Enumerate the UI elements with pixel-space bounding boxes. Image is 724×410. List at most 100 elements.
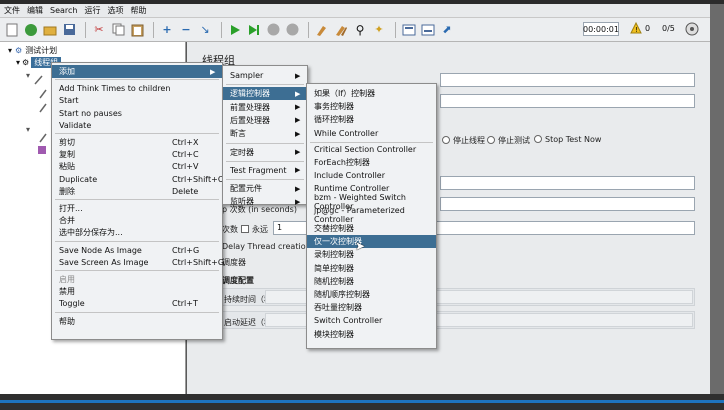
start-icon[interactable] bbox=[227, 22, 243, 38]
context-menu-item-5[interactable]: Validate bbox=[52, 119, 222, 132]
logic-controller-item-5[interactable]: Critical Section Controller bbox=[307, 143, 436, 156]
stop-icon[interactable] bbox=[265, 22, 281, 38]
add-submenu-item-4[interactable]: 后置处理器 ▶ bbox=[223, 114, 307, 127]
add-submenu-item-3[interactable]: 前置处理器 ▶ bbox=[223, 101, 307, 114]
context-menu-item-4[interactable]: Start no pauses bbox=[52, 107, 222, 120]
submenu-arrow-icon: ▶ bbox=[295, 148, 301, 156]
menu-item-label: 后置处理器 bbox=[230, 115, 270, 125]
context-menu-item-17[interactable]: Save Node As Image Ctrl+G bbox=[52, 244, 222, 257]
thread-count-field[interactable] bbox=[440, 176, 695, 190]
menu-item-label: 配置元件 bbox=[230, 184, 262, 194]
context-menu-item-8[interactable]: 复制 Ctrl+C bbox=[52, 148, 222, 161]
ramp-up-field[interactable] bbox=[440, 197, 695, 211]
scheduler-checkbox[interactable]: 调度器 bbox=[222, 257, 246, 268]
context-menu-item-21[interactable]: 禁用 bbox=[52, 285, 222, 298]
menu-item-label: While Controller bbox=[314, 128, 379, 138]
submenu-arrow-icon: ▶ bbox=[295, 166, 301, 175]
context-menu-item-9[interactable]: 粘贴 Ctrl+V bbox=[52, 160, 222, 173]
logic-controller-item-6[interactable]: ForEach控制器 bbox=[307, 156, 436, 169]
logic-controller-item-19[interactable]: 模块控制器 bbox=[307, 328, 436, 341]
name-field[interactable] bbox=[440, 73, 695, 87]
logic-controller-item-16[interactable]: 随机顺序控制器 bbox=[307, 288, 436, 301]
menu-edit[interactable]: 编辑 bbox=[27, 5, 43, 16]
menu-run[interactable]: 运行 bbox=[84, 5, 100, 16]
expand-icon[interactable]: + bbox=[159, 22, 175, 38]
menu-file[interactable]: 文件 bbox=[4, 5, 20, 16]
toggle-icon[interactable]: ▾ bbox=[8, 46, 12, 55]
add-submenu-item-11[interactable]: 配置元件 ▶ bbox=[223, 182, 307, 195]
save-icon[interactable] bbox=[61, 22, 77, 38]
add-submenu-item-7[interactable]: 定时器 ▶ bbox=[223, 146, 307, 159]
reset-search-icon[interactable]: ✦ bbox=[371, 22, 387, 38]
templates-icon[interactable] bbox=[23, 22, 39, 38]
context-menu-item-2[interactable]: Add Think Times to children bbox=[52, 82, 222, 95]
logic-controller-item-13[interactable]: 录制控制器 bbox=[307, 248, 436, 261]
function-helper-icon[interactable] bbox=[401, 22, 417, 38]
toggle-icon[interactable]: ↘ bbox=[197, 22, 213, 38]
logic-controller-item-18[interactable]: Switch Controller bbox=[307, 314, 436, 327]
context-menu-item-13[interactable]: 打开... bbox=[52, 202, 222, 215]
context-menu-item-14[interactable]: 合并 bbox=[52, 214, 222, 227]
submenu-arrow-icon: ▶ bbox=[295, 71, 301, 80]
open-icon[interactable] bbox=[42, 22, 58, 38]
logic-controller-item-10[interactable]: jp@gc - Parameterized Controller bbox=[307, 206, 436, 224]
logic-controller-item-15[interactable]: 随机控制器 bbox=[307, 275, 436, 288]
clear-icon[interactable] bbox=[314, 22, 330, 38]
logic-controller-item-3[interactable]: While Controller bbox=[307, 127, 436, 140]
menu-options[interactable]: 选项 bbox=[107, 5, 123, 16]
add-submenu-item-12[interactable]: 监听器 ▶ bbox=[223, 195, 307, 208]
paste-icon[interactable] bbox=[129, 22, 145, 38]
context-menu-item-24[interactable]: 帮助 bbox=[52, 315, 222, 328]
svg-text:!: ! bbox=[635, 26, 638, 34]
clear-all-icon[interactable] bbox=[333, 22, 349, 38]
menu-help[interactable]: 帮助 bbox=[130, 5, 146, 16]
copy-icon[interactable] bbox=[110, 22, 126, 38]
add-submenu-item-0[interactable]: Sampler ▶ bbox=[223, 69, 307, 82]
context-menu-item-22[interactable]: Toggle Ctrl+T bbox=[52, 297, 222, 310]
logic-controller-item-17[interactable]: 吞吐量控制器 bbox=[307, 301, 436, 314]
tree-children-partial: ▾ ▾ bbox=[26, 70, 50, 160]
context-menu-item-7[interactable]: 剪切 Ctrl+X bbox=[52, 136, 222, 149]
menu-item-label: 交替控制器 bbox=[314, 224, 354, 233]
shutdown-icon[interactable] bbox=[284, 22, 300, 38]
cut-icon[interactable]: ✂ bbox=[91, 22, 107, 38]
context-menu-item-10[interactable]: Duplicate Ctrl+Shift+C bbox=[52, 173, 223, 186]
tree-node-test-plan[interactable]: ▾ ⚙ 测试计划 bbox=[8, 44, 57, 56]
svg-text:▾: ▾ bbox=[26, 71, 30, 80]
add-submenu-item-2[interactable]: 逻辑控制器 ▶ bbox=[223, 87, 307, 101]
list-icon[interactable] bbox=[420, 22, 436, 38]
logic-controller-item-0[interactable]: 如果（If）控制器 bbox=[307, 87, 436, 100]
add-submenu-item-5[interactable]: 断言 ▶ bbox=[223, 127, 307, 140]
radio-stop-test[interactable]: 停止测试 bbox=[487, 135, 530, 146]
collapse-icon[interactable]: − bbox=[178, 22, 194, 38]
start-no-pause-icon[interactable] bbox=[246, 22, 262, 38]
logic-controller-item-1[interactable]: 事务控制器 bbox=[307, 100, 436, 113]
search-icon[interactable]: ⚲ bbox=[352, 22, 368, 38]
logic-controller-item-14[interactable]: 简单控制器 bbox=[307, 262, 436, 275]
radio-stop-thread[interactable]: 停止线程 bbox=[442, 135, 485, 146]
scheduler-config-heading: 调度配置 bbox=[222, 276, 254, 285]
help-icon[interactable]: ⬈ bbox=[439, 22, 455, 38]
add-submenu-item-9[interactable]: Test Fragment ▶ bbox=[223, 164, 307, 177]
logic-controller-item-2[interactable]: 循环控制器 bbox=[307, 113, 436, 126]
logic-controller-item-12[interactable]: 仅一次控制器 bbox=[307, 235, 436, 249]
context-menu-item-18[interactable]: Save Screen As Image Ctrl+Shift+G bbox=[52, 256, 224, 269]
comment-field[interactable] bbox=[440, 94, 695, 108]
context-menu-item-3[interactable]: Start bbox=[52, 94, 222, 107]
menu-item-shortcut: Ctrl+X bbox=[172, 138, 199, 147]
logic-controller-item-11[interactable]: 交替控制器 bbox=[307, 222, 436, 235]
menu-item-label: Duplicate bbox=[59, 174, 98, 184]
context-menu-item-11[interactable]: 删除 Delete bbox=[52, 185, 222, 198]
menu-search[interactable]: Search bbox=[50, 6, 77, 15]
new-icon[interactable] bbox=[4, 22, 20, 38]
toggle-icon[interactable]: ▾ bbox=[16, 58, 20, 67]
taskbar-accent bbox=[0, 400, 724, 403]
remote-icon[interactable] bbox=[685, 22, 699, 38]
forever-checkbox[interactable]: 永远 bbox=[241, 224, 268, 235]
menu-item-label: 合并 bbox=[59, 216, 75, 226]
context-menu-item-0[interactable]: 添加 ▶ bbox=[52, 65, 222, 78]
context-menu-item-15[interactable]: 选中部分保存为... bbox=[52, 226, 222, 239]
logic-controller-item-7[interactable]: Include Controller bbox=[307, 169, 436, 182]
context-menu: 添加 ▶ Add Think Times to children Start Start… bbox=[51, 62, 224, 340]
radio-stop-test-now[interactable]: Stop Test Now bbox=[534, 135, 601, 144]
